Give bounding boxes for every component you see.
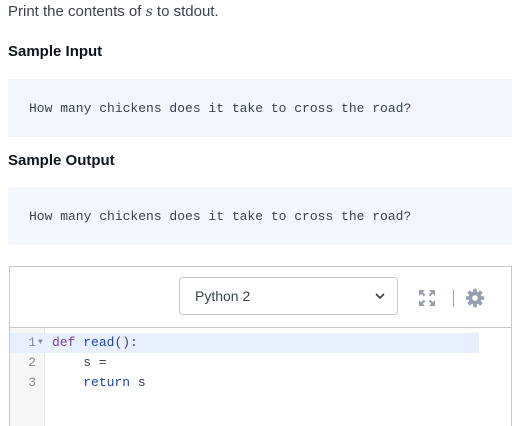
- line-number: 3: [28, 375, 36, 390]
- code-line[interactable]: 3 return s: [10, 373, 479, 393]
- code-text: return s: [52, 373, 146, 393]
- statement-suffix: to stdout.: [152, 3, 219, 20]
- toolbar-divider: [453, 290, 454, 307]
- line-number: 1: [28, 335, 36, 350]
- code-keyword: return: [83, 375, 131, 390]
- problem-page: Print the contents of s to stdout. Sampl…: [0, 0, 512, 426]
- sample-input-title: Sample Input: [8, 43, 103, 60]
- code-area[interactable]: 1 ▼ def read(): 2 s = 3 return s: [10, 328, 511, 426]
- code-keyword: def: [52, 335, 76, 350]
- line-number: 2: [28, 355, 36, 370]
- editor-toolbar: Python 2: [10, 267, 511, 328]
- code-text: s =: [52, 355, 107, 370]
- sample-output-text: How many chickens does it take to cross …: [29, 208, 412, 224]
- sample-output-title: Sample Output: [8, 152, 115, 169]
- fullscreen-icon[interactable]: [417, 288, 437, 308]
- code-rest: s: [130, 375, 146, 390]
- sample-output-box: How many chickens does it take to cross …: [8, 187, 512, 245]
- code-line[interactable]: 2 s =: [10, 353, 479, 373]
- code-function-name: read: [83, 335, 115, 350]
- language-select[interactable]: Python 2: [179, 277, 398, 315]
- sample-input-box: How many chickens does it take to cross …: [8, 79, 512, 137]
- code-line[interactable]: 1 ▼ def read():: [10, 333, 479, 353]
- code-rest: ():: [114, 335, 138, 350]
- chevron-down-icon: [375, 293, 385, 299]
- statement-variable: s: [145, 4, 153, 20]
- fold-arrow-icon[interactable]: ▼: [38, 333, 43, 353]
- problem-statement: Print the contents of s to stdout.: [8, 2, 219, 22]
- code-editor: Python 2 1 ▼ def read(): 2 s = 3 return …: [9, 266, 512, 426]
- statement-prefix: Print the contents of: [8, 3, 146, 20]
- language-select-value: Python 2: [195, 288, 251, 304]
- sample-input-text: How many chickens does it take to cross …: [29, 100, 412, 116]
- code-text: def read():: [52, 333, 138, 353]
- gear-icon[interactable]: [465, 288, 485, 308]
